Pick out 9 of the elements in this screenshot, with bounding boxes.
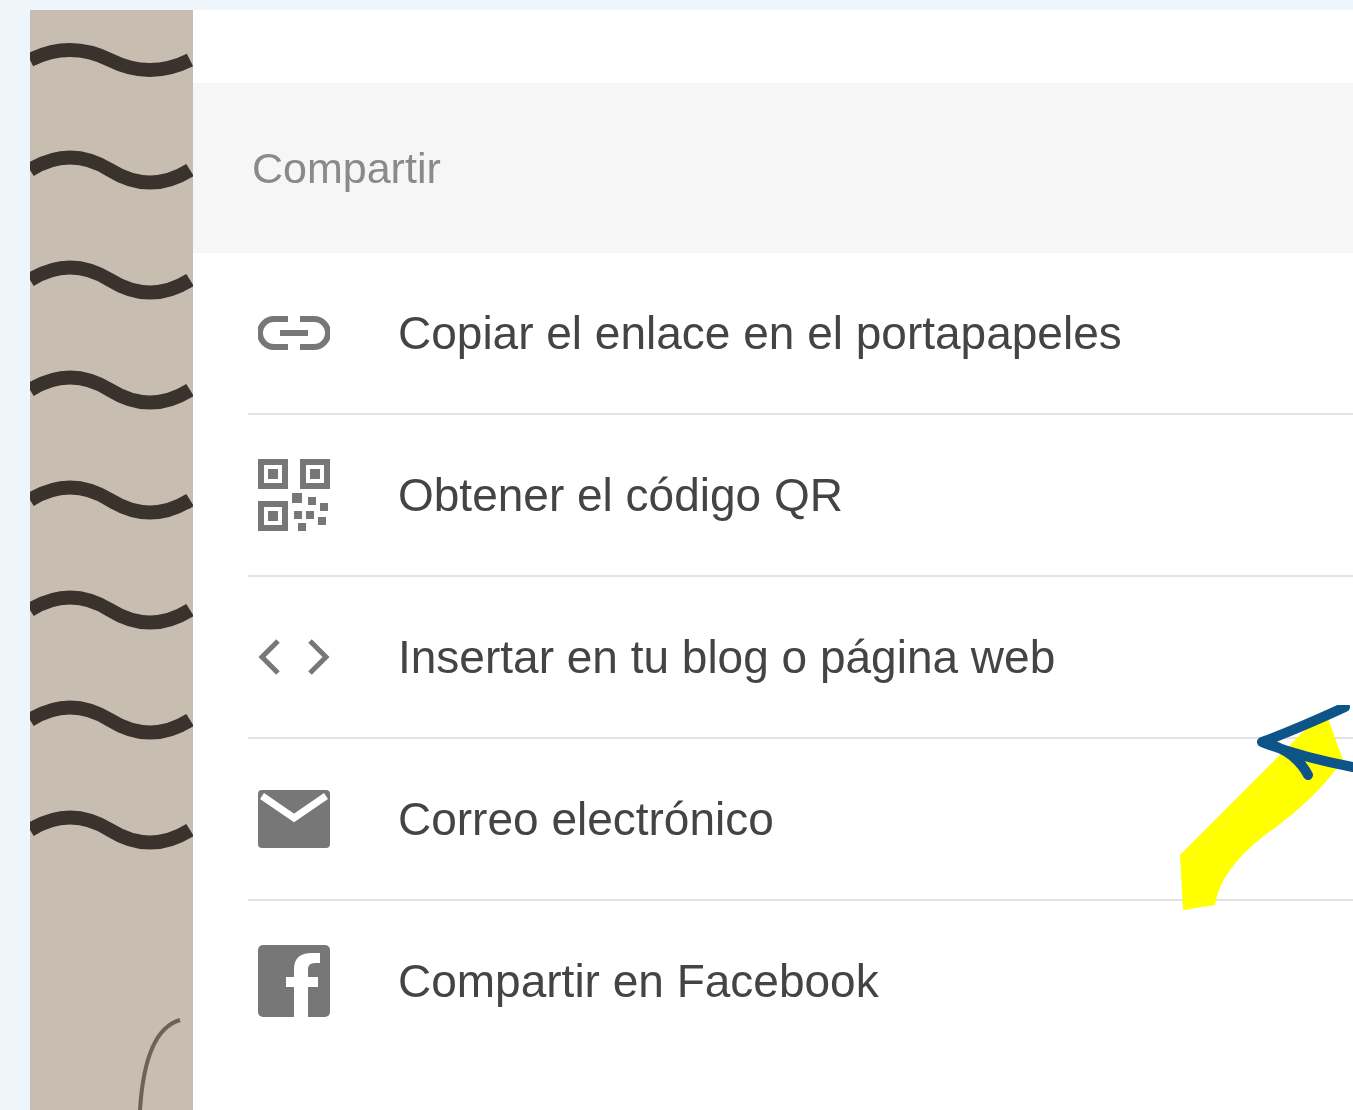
email-icon (258, 790, 330, 848)
menu-item[interactable]: Obtener el código QR (248, 413, 1353, 575)
code-icon (258, 637, 330, 677)
menu-item[interactable]: Compartir en Facebook (248, 899, 1353, 1061)
qr-code-icon (258, 459, 330, 531)
menu-item[interactable]: Copiar el enlace en el portapapeles (248, 253, 1353, 413)
menu-title: Compartir (252, 143, 441, 193)
link-icon (258, 313, 330, 353)
facebook-icon (258, 945, 330, 1017)
